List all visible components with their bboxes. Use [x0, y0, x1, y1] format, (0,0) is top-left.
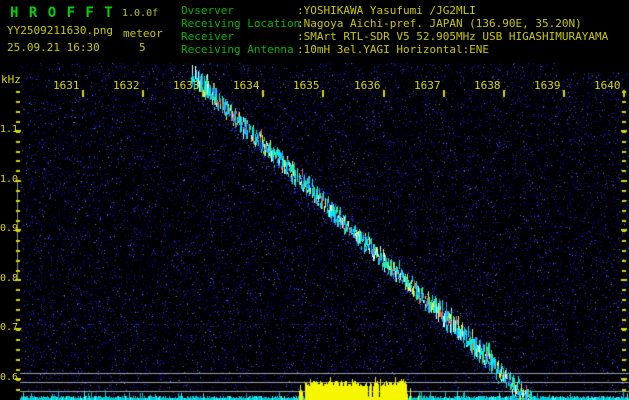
time-tick-label: 1640 [594, 79, 621, 92]
time-tick-label: 1639 [534, 79, 561, 92]
datetime-label: 25.09.21 16:30 [7, 41, 100, 54]
info-value: :YOSHIKAWA Yasufumi /JG2MLI [297, 4, 476, 17]
time-tick-label: 1633 [173, 79, 200, 92]
freq-unit-label: kHz [1, 73, 21, 86]
freq-tick-label: 0.8 [0, 273, 19, 284]
freq-tick-label: 0.7 [0, 322, 19, 333]
info-value: :Nagoya Aichi-pref. JAPAN (136.90E, 35.2… [297, 17, 582, 30]
info-label: Receiver [181, 30, 234, 43]
freq-tick-label: 1.1 [0, 124, 19, 135]
hrofft-screenshot: { "header": { "app_title": "H R O F F T"… [0, 0, 629, 400]
filename-label: YY2509211630.png [7, 24, 113, 37]
meteor-count: 5 [139, 41, 146, 54]
freq-tick-label: 1.0 [0, 174, 19, 185]
spectrogram-area: H R O F F T 1.0.0f YY2509211630.png mete… [0, 0, 629, 400]
info-label: Receiving Location [181, 17, 301, 30]
version-label: 1.0.0f [122, 8, 159, 19]
info-label: Receiving Antenna [181, 43, 294, 56]
info-value: :10mH 3el.YAGI Horizontal:ENE [297, 43, 490, 56]
freq-tick-label: 0.9 [0, 223, 19, 234]
time-tick-label: 1632 [113, 79, 140, 92]
app-title: H R O F F T [10, 5, 114, 21]
time-tick-label: 1637 [414, 79, 441, 92]
info-value: :SMArt RTL-SDR V5 52.905MHz USB HIGASHIM… [297, 30, 609, 43]
spectrogram-canvas [0, 60, 629, 400]
time-tick-label: 1634 [233, 79, 260, 92]
time-tick-label: 1631 [53, 79, 80, 92]
info-label: Ovserver [181, 4, 234, 17]
mode-label: meteor [123, 27, 163, 40]
time-tick-label: 1636 [354, 79, 381, 92]
freq-tick-label: 0.6 [0, 372, 19, 383]
time-tick-label: 1638 [474, 79, 501, 92]
time-tick-label: 1635 [293, 79, 320, 92]
